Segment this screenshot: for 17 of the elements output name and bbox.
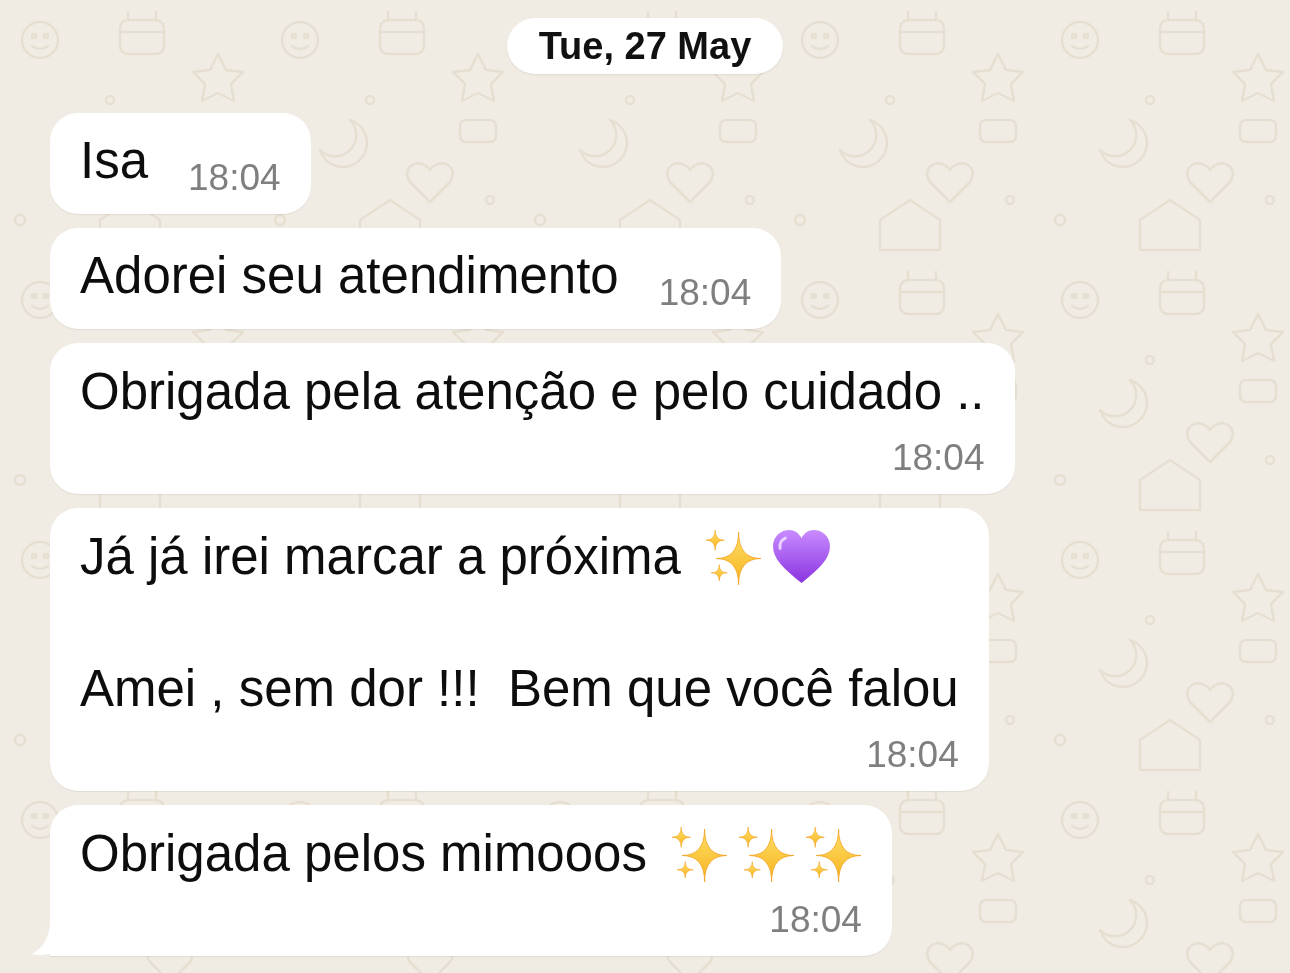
message-time: 18:04 bbox=[658, 271, 752, 315]
message-text: Obrigada pela atenção e pelo cuidado .. bbox=[80, 362, 985, 422]
message-text: Já já irei marcar a próxima bbox=[80, 527, 681, 587]
sparkles-icon bbox=[704, 528, 762, 585]
message-text: Obrigada pelos mimooos bbox=[80, 824, 647, 884]
sparkles-icon bbox=[804, 825, 862, 882]
message-time: 18:04 bbox=[866, 733, 959, 777]
message-time: 18:04 bbox=[769, 898, 862, 942]
message-time: 18:04 bbox=[891, 436, 985, 480]
heart-icon bbox=[771, 529, 831, 584]
sparkles-icon bbox=[737, 825, 795, 882]
message-text: Adorei seu atendimento bbox=[80, 246, 619, 306]
message-time: 18:04 bbox=[188, 156, 281, 200]
sparkles-icon bbox=[670, 825, 728, 882]
date-chip: Tue, 27 May bbox=[506, 18, 784, 74]
message-text: Isa bbox=[80, 131, 149, 191]
message-text: Amei , sem dor !!! Bem que você falou bbox=[80, 659, 959, 719]
